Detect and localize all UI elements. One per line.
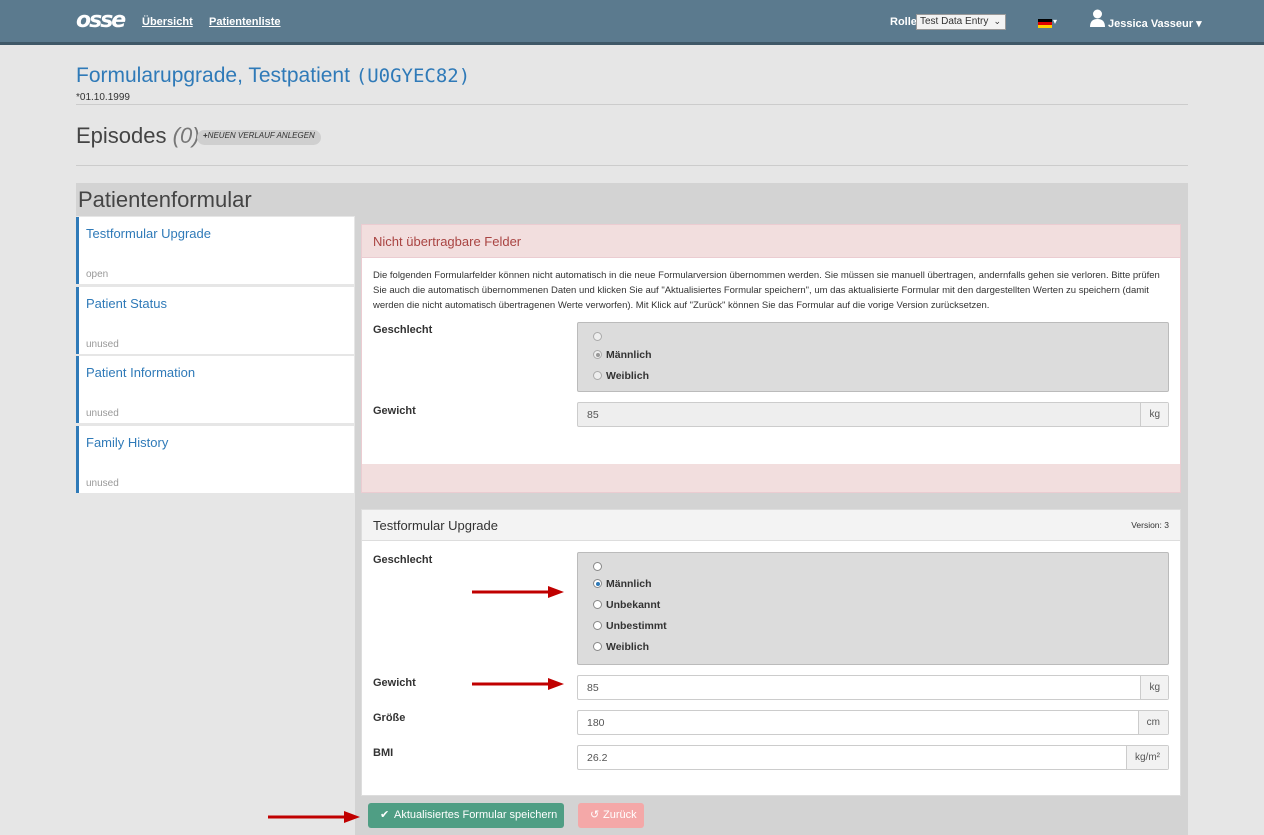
sidebar-item-label: Family History bbox=[86, 435, 169, 450]
radio-button bbox=[593, 371, 602, 380]
episodes-label: Episodes bbox=[76, 123, 167, 148]
top-navbar: osse Übersicht Patientenliste Rolle Test… bbox=[0, 0, 1264, 45]
user-icon[interactable] bbox=[1090, 9, 1105, 27]
radio-button[interactable] bbox=[593, 642, 602, 651]
back-button[interactable]: ↺ Zurück bbox=[578, 803, 644, 828]
radio-button[interactable] bbox=[593, 600, 602, 609]
nav-link-patientenliste[interactable]: Patientenliste bbox=[209, 16, 281, 28]
patient-form-title: Patientenformular bbox=[78, 187, 252, 212]
new-episode-button[interactable]: +NEUEN VERLAUF ANLEGEN bbox=[197, 130, 321, 145]
patient-form-header: Patientenformular bbox=[76, 183, 1188, 216]
birth-date: *01.10.1999 bbox=[76, 92, 130, 103]
height-input[interactable]: 180 cm bbox=[577, 710, 1169, 735]
panel-title: Nicht übertragbare Felder bbox=[373, 234, 522, 249]
language-caret-icon[interactable]: ▾ bbox=[1053, 17, 1057, 26]
non-transferable-fields-panel: Nicht übertragbare Felder Die folgenden … bbox=[361, 224, 1181, 493]
weight-value: 85 bbox=[587, 409, 599, 421]
sidebar-item-label: Patient Status bbox=[86, 296, 167, 311]
panel-footer bbox=[362, 464, 1180, 492]
undo-icon: ↺ bbox=[590, 809, 600, 821]
sidebar-item-status: unused bbox=[86, 339, 119, 350]
field-label-gewicht: Gewicht bbox=[373, 677, 416, 689]
osse-logo[interactable]: osse bbox=[76, 8, 126, 33]
radio-button[interactable] bbox=[593, 579, 602, 588]
radio-button bbox=[593, 350, 602, 359]
episodes-heading: Episodes (0) bbox=[76, 123, 200, 149]
radio-button[interactable] bbox=[593, 562, 602, 571]
field-label-geschlecht: Geschlecht bbox=[373, 554, 433, 566]
check-icon: ✔ bbox=[380, 809, 390, 821]
weight-value: 85 bbox=[587, 682, 599, 694]
role-select-value: Test Data Entry bbox=[920, 16, 989, 27]
radio-button[interactable] bbox=[593, 621, 602, 630]
field-label-geschlecht: Geschlecht bbox=[373, 324, 433, 336]
bmi-value: 26.2 bbox=[587, 752, 608, 764]
save-button-label: Aktualisiertes Formular speichern bbox=[394, 809, 558, 821]
sidebar-item-testformular-upgrade[interactable]: Testformular Upgrade open bbox=[76, 217, 354, 284]
role-select[interactable]: Test Data Entry ⌄ bbox=[916, 14, 1006, 30]
radio-button bbox=[593, 332, 602, 341]
divider bbox=[76, 104, 1188, 105]
version-label: Version: 3 bbox=[1131, 520, 1169, 530]
sidebar-item-label: Testformular Upgrade bbox=[86, 226, 211, 241]
sidebar-item-label: Patient Information bbox=[86, 365, 196, 380]
patient-id: (U0GYEC82) bbox=[355, 65, 471, 87]
save-updated-form-button[interactable]: ✔ Aktualisiertes Formular speichern bbox=[368, 803, 564, 828]
gender-radio-group: Männlich Unbekannt Unbestimmt Weiblich bbox=[577, 552, 1169, 665]
back-button-label: Zurück bbox=[603, 809, 637, 821]
sidebar-item-family-history[interactable]: Family History unused bbox=[76, 426, 354, 493]
role-label: Rolle bbox=[890, 16, 917, 28]
info-text: Die folgenden Formularfelder können nich… bbox=[373, 270, 1160, 311]
weight-unit: kg bbox=[1140, 403, 1168, 426]
arrow-right-icon bbox=[268, 811, 360, 823]
panel-title: Testformular Upgrade bbox=[373, 518, 498, 533]
panel-heading: Testformular Upgrade Version: 3 bbox=[362, 510, 1180, 541]
chevron-down-icon: ⌄ bbox=[993, 16, 1001, 26]
nav-link-uebersicht[interactable]: Übersicht bbox=[142, 16, 193, 28]
user-menu[interactable]: Jessica Vasseur ▾ bbox=[1108, 17, 1202, 30]
user-caret-icon: ▾ bbox=[1196, 18, 1202, 30]
arrow-right-icon bbox=[472, 586, 564, 598]
field-label-bmi: BMI bbox=[373, 747, 394, 759]
weight-input[interactable]: 85 kg bbox=[577, 675, 1169, 700]
bmi-unit: kg/m² bbox=[1126, 746, 1168, 769]
height-unit: cm bbox=[1137, 711, 1168, 734]
divider bbox=[76, 165, 1188, 166]
patient-name: Formularupgrade, Testpatient bbox=[76, 64, 350, 87]
sidebar-item-patient-information[interactable]: Patient Information unused bbox=[76, 356, 354, 423]
sidebar-item-patient-status[interactable]: Patient Status unused bbox=[76, 287, 354, 354]
field-label-gewicht: Gewicht bbox=[373, 405, 416, 417]
panel-heading: Nicht übertragbare Felder bbox=[362, 225, 1180, 258]
new-episode-label: NEUEN VERLAUF ANLEGEN bbox=[207, 131, 315, 140]
episodes-count: (0) bbox=[172, 123, 200, 148]
sidebar-item-status: unused bbox=[86, 478, 119, 489]
sidebar-item-status: open bbox=[86, 269, 109, 280]
user-name: Jessica Vasseur bbox=[1108, 18, 1194, 30]
page-title: Formularupgrade, Testpatient (U0GYEC82) bbox=[76, 64, 470, 88]
flag-de-icon[interactable] bbox=[1038, 19, 1052, 28]
weight-field-disabled: 85 kg bbox=[577, 402, 1169, 427]
testformular-panel: Testformular Upgrade Version: 3 Geschlec… bbox=[361, 509, 1181, 796]
arrow-right-icon bbox=[472, 678, 564, 690]
gender-radio-group-disabled: Männlich Weiblich bbox=[577, 322, 1169, 392]
bmi-input[interactable]: 26.2 kg/m² bbox=[577, 745, 1169, 770]
weight-unit: kg bbox=[1140, 676, 1168, 699]
height-value: 180 bbox=[587, 717, 605, 729]
field-label-groesse: Größe bbox=[373, 712, 406, 724]
sidebar-item-status: unused bbox=[86, 408, 119, 419]
